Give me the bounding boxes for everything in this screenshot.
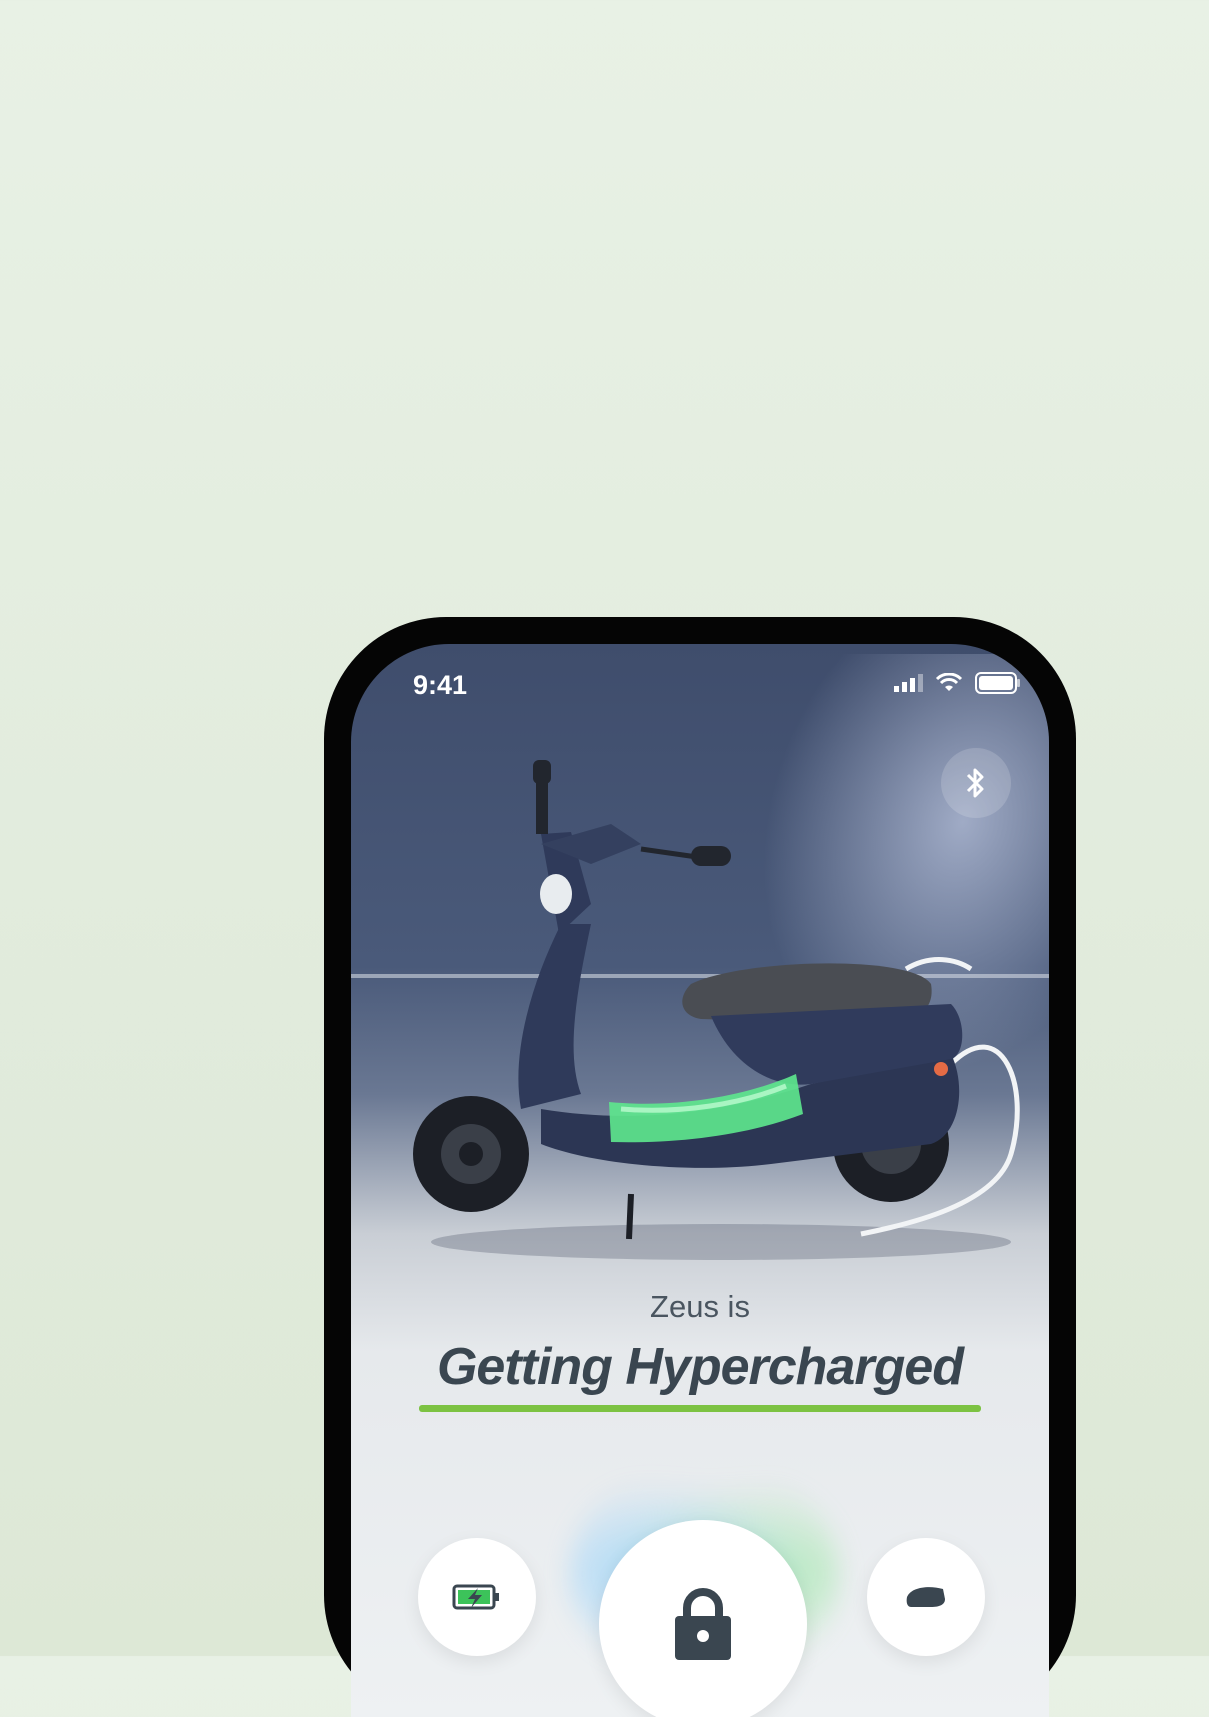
signal-icon — [894, 674, 923, 692]
charging-status-headline: Getting Hypercharged — [436, 1338, 964, 1396]
seat-button[interactable] — [867, 1538, 985, 1656]
status-icons — [893, 672, 1021, 694]
wifi-icon — [935, 673, 963, 691]
battery-charging-icon — [452, 1584, 499, 1610]
battery-status-icon — [975, 672, 1020, 694]
seat-icon — [906, 1587, 945, 1607]
app-screen: 9:41 Zeus is Getting Hypercharged — [351, 644, 1049, 1717]
vehicle-subtitle: Zeus is — [650, 1289, 750, 1324]
phone-frame: 9:41 Zeus is Getting Hypercharged — [324, 617, 1076, 1717]
lock-icon — [675, 1588, 731, 1660]
battery-button[interactable] — [418, 1538, 536, 1656]
scooter-image — [413, 760, 1020, 1260]
status-time: 9:41 — [413, 670, 468, 700]
lock-button[interactable] — [599, 1520, 807, 1717]
status-underline — [419, 1405, 981, 1412]
